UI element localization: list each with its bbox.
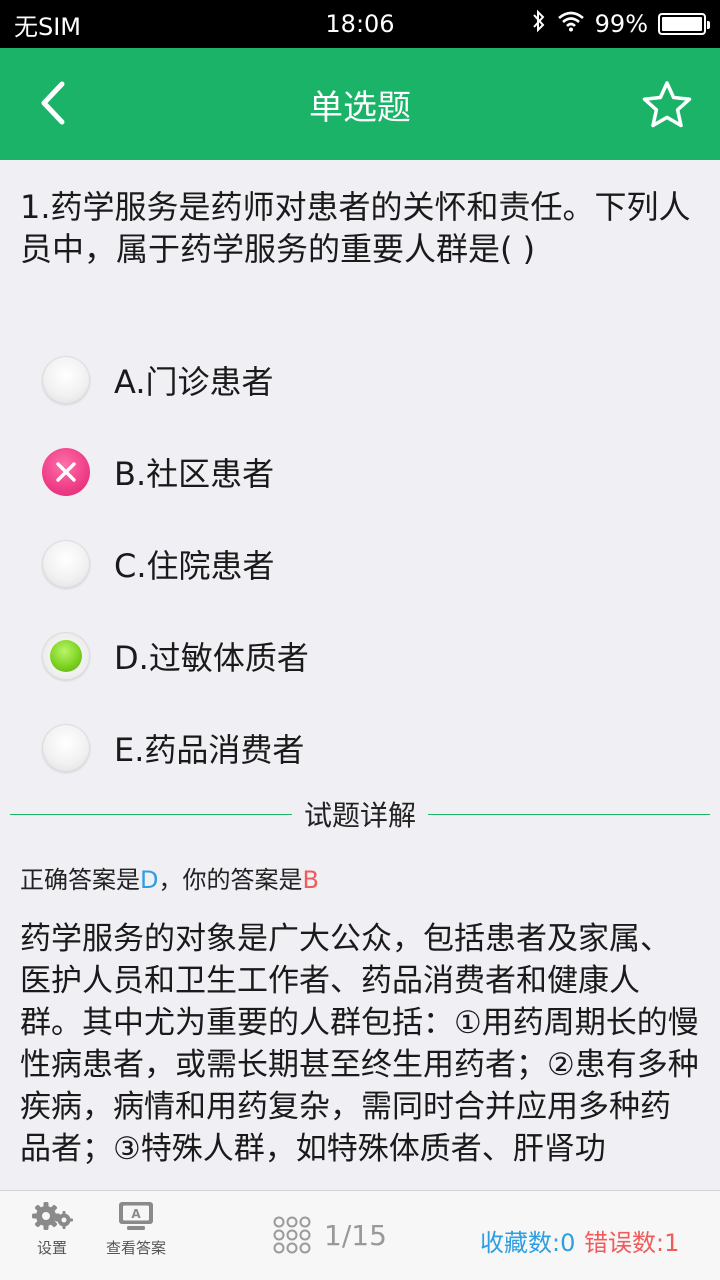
back-button[interactable] — [28, 78, 78, 128]
answer-summary: 正确答案是D，你的答案是B — [20, 860, 319, 895]
radio-unselected-icon — [42, 724, 90, 772]
settings-label: 设置 — [36, 1239, 67, 1257]
battery-icon — [658, 13, 710, 35]
battery-fill — [662, 17, 702, 31]
option-label: A.门诊患者 — [114, 363, 274, 401]
radio-unselected-icon — [42, 356, 90, 404]
options-list: A.门诊患者 B.社区患者 C.住院患者 D.过敏体质者 E.药品消费者 — [0, 334, 720, 794]
option-a[interactable]: A.门诊患者 — [0, 334, 720, 426]
page-indicator[interactable]: 1/15 — [272, 1215, 387, 1255]
answer-mid: ，你的答案是 — [158, 866, 303, 894]
divider-line-left — [10, 813, 292, 815]
option-label: E.药品消费者 — [114, 731, 305, 769]
option-e[interactable]: E.药品消费者 — [0, 702, 720, 794]
option-c[interactable]: C.住院患者 — [0, 518, 720, 610]
status-bar: 无SIM 18:06 99% — [0, 0, 720, 48]
view-answer-button[interactable]: A 查看答案 — [102, 1199, 170, 1258]
grid-dots-icon — [273, 1216, 311, 1254]
question-text: 1.药学服务是药师对患者的关怀和责任。下列人员中，属于药学服务的重要人群是( ) — [20, 188, 691, 268]
correct-answer: D — [140, 866, 159, 894]
detail-heading: 试题详解 — [304, 799, 417, 832]
detail-divider: 试题详解 — [10, 794, 711, 834]
settings-button[interactable]: 设置 — [24, 1199, 80, 1258]
explanation-text: 药学服务的对象是广大公众，包括患者及家属、医护人员和卫生工作者、药品消费者和健康… — [20, 921, 699, 1167]
correct-dot-icon — [42, 632, 90, 680]
page-counter: 1/15 — [324, 1218, 387, 1252]
star-outline-icon — [642, 81, 692, 128]
bottom-toolbar: 设置 A 查看答案 1/15 收藏数:0 错误数:1 — [0, 1190, 720, 1280]
option-b[interactable]: B.社区患者 — [0, 426, 720, 518]
carrier-label: 无SIM — [14, 12, 82, 41]
divider-line-right — [428, 813, 711, 815]
radio-unselected-icon — [42, 540, 90, 588]
status-right: 99% — [531, 9, 710, 39]
answer-prefix: 正确答案是 — [20, 866, 140, 894]
errors-count[interactable]: 错误数:1 — [584, 1223, 679, 1258]
wrong-cross-icon — [42, 448, 90, 496]
wifi-icon — [557, 10, 585, 38]
view-answer-label: 查看答案 — [105, 1239, 166, 1257]
nav-bar: 单选题 — [0, 48, 720, 160]
user-answer: B — [302, 866, 319, 894]
favorites-count: 收藏数:0 — [480, 1229, 576, 1257]
option-label: C.住院患者 — [114, 547, 275, 585]
chevron-left-icon — [41, 81, 65, 125]
answer-card-icon: A — [119, 1202, 153, 1230]
gear-icon — [32, 1202, 73, 1230]
bluetooth-icon — [531, 9, 547, 39]
page-title: 单选题 — [309, 87, 411, 128]
svg-text:A: A — [131, 1207, 141, 1221]
option-label: B.社区患者 — [114, 455, 275, 493]
battery-percent: 99% — [594, 10, 648, 38]
option-label: D.过敏体质者 — [114, 639, 309, 677]
option-d[interactable]: D.过敏体质者 — [0, 610, 720, 702]
favorite-button[interactable] — [640, 78, 694, 132]
